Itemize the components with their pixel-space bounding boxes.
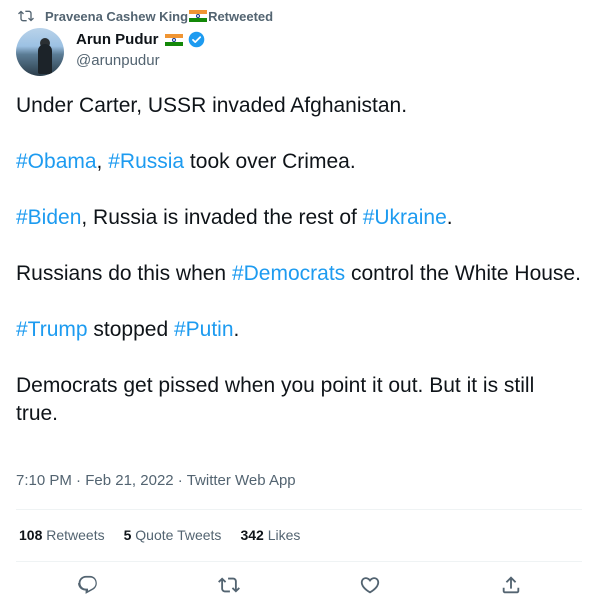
likes-stat[interactable]: 342 Likes [240,527,300,543]
author-name[interactable]: Arun Pudur [76,31,159,48]
tweet-text-span: , Russia is invaded the rest of [81,206,363,229]
tweet-text-span: control the White House. [345,262,581,285]
india-flag-icon [189,10,208,22]
quote-tweets-label: Quote Tweets [135,527,222,543]
tweet-body: Under Carter, USSR invaded Afghanistan. … [16,92,582,456]
tweet-time[interactable]: 7:10 PM [16,472,72,489]
hashtag-link[interactable]: #Biden [16,206,81,229]
tweet-paragraph: #Biden, Russia is invaded the rest of #U… [16,204,582,232]
retweet-icon [18,10,34,22]
divider [16,509,582,510]
quote-tweets-stat[interactable]: 5 Quote Tweets [124,527,222,543]
hashtag-link[interactable]: #Obama [16,150,97,173]
retweet-button[interactable] [218,574,240,596]
tweet-paragraph: Under Carter, USSR invaded Afghanistan. [16,94,408,117]
likes-label: Likes [267,527,301,543]
meta-separator: · [173,472,187,489]
retweets-label: Retweets [46,527,105,543]
like-icon [360,577,380,594]
meta-separator: · [71,472,86,489]
retweets-stat[interactable]: 108 Retweets [19,527,105,543]
tweet-paragraph: #Trump stopped #Putin. [16,316,582,344]
tweet-text-span: . [446,206,453,229]
tweet-paragraph: #Obama, #Russia took over Crimea. [16,148,582,176]
share-button[interactable] [500,574,522,596]
author-avatar[interactable] [16,28,64,76]
tweet-meta: 7:10 PM · Feb 21, 2022 · Twitter Web App [16,472,296,489]
like-button[interactable] [359,574,381,596]
tweet-text-span: stopped [87,318,174,341]
tweet-paragraph: Russians do this when #Democrats control… [16,260,582,288]
tweet-paragraph: Democrats get pissed when you point it o… [16,374,535,425]
retweeted-label: Retweeted [208,8,274,24]
tweet-text-span: . [233,318,240,341]
hashtag-link[interactable]: #Democrats [232,262,345,285]
likes-count: 342 [240,527,264,543]
reply-button[interactable] [77,574,99,596]
india-flag-icon [164,33,183,46]
author-handle[interactable]: @arunpudur [76,52,160,69]
retweets-count: 108 [19,527,43,543]
share-icon [502,576,520,594]
author-name-row[interactable]: Arun Pudur [76,31,205,48]
hashtag-link[interactable]: #Ukraine [363,206,447,229]
tweet-text-span: , [96,150,109,173]
tweet-action-bar [0,574,598,598]
tweet-source[interactable]: Twitter Web App [187,472,296,489]
tweet-text-span: Russians do this when [16,262,232,285]
divider [16,561,582,562]
tweet-date[interactable]: Feb 21, 2022 [85,472,173,489]
retweet-icon [218,577,240,593]
verified-badge-icon [188,31,204,48]
tweet-text-span: took over Crimea. [184,150,356,173]
retweeted-by-bar: Praveena Cashew King Retweeted [18,7,273,25]
hashtag-link[interactable]: #Trump [16,318,88,341]
quote-tweets-count: 5 [123,527,132,543]
reply-icon [78,575,97,594]
retweeter-name[interactable]: Praveena Cashew King [45,9,188,24]
hashtag-link[interactable]: #Putin [174,318,234,341]
hashtag-link[interactable]: #Russia [108,150,184,173]
engagement-stats: 108 Retweets 5 Quote Tweets 342 Likes [19,527,319,543]
